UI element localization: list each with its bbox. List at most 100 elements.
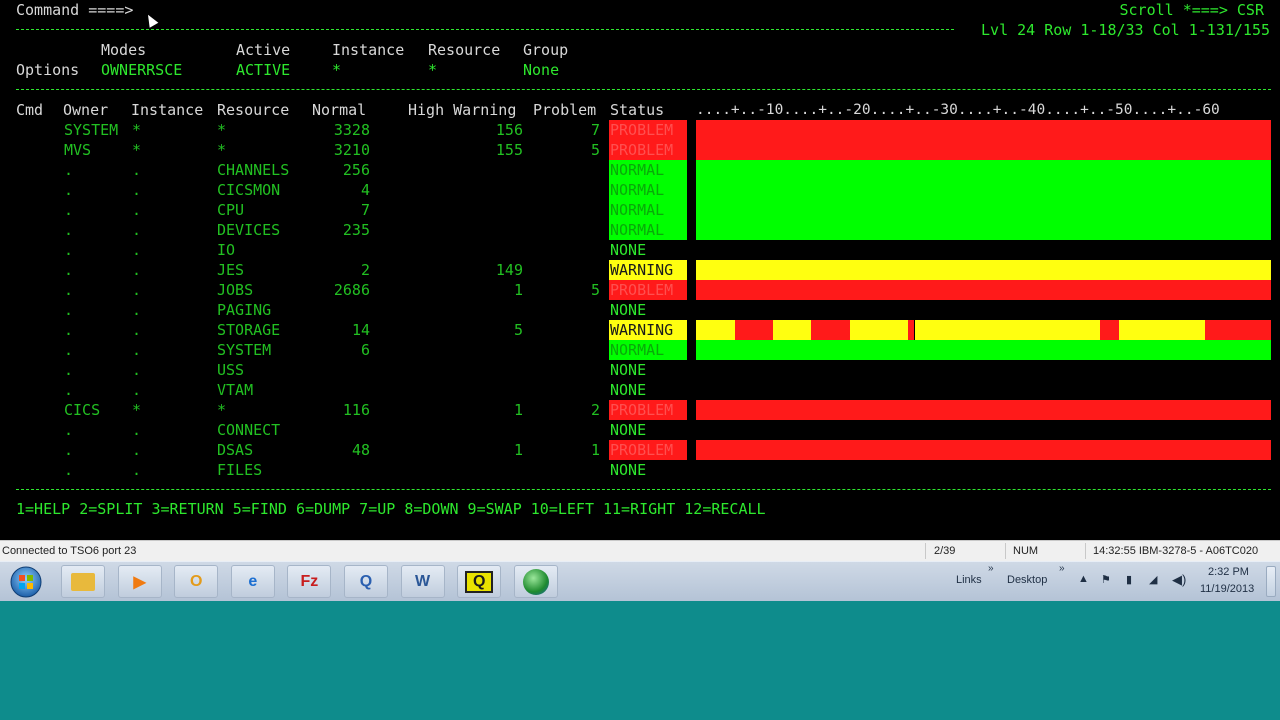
- row-owner: .: [64, 461, 74, 479]
- row-resource: CHANNELS: [217, 161, 290, 179]
- row-resource: USS: [217, 361, 245, 379]
- row-cmd-field[interactable]: [16, 400, 56, 420]
- terminal-emulator-icon[interactable]: Q: [457, 565, 502, 598]
- row-instance: *: [132, 401, 142, 419]
- row-instance: .: [132, 461, 142, 479]
- row-cmd-field[interactable]: [16, 420, 56, 440]
- links-chevron-icon[interactable]: »: [988, 563, 994, 574]
- start-button-icon[interactable]: [4, 564, 48, 599]
- row-cmd-field[interactable]: [16, 140, 56, 160]
- row-cmd-field[interactable]: [16, 180, 56, 200]
- status-bar-segment: [696, 320, 736, 340]
- row-instance: .: [132, 301, 142, 319]
- row-cmd-field[interactable]: [16, 220, 56, 240]
- row-owner: .: [64, 261, 74, 279]
- command-label: Command ====>: [16, 1, 134, 19]
- terminal-screen[interactable]: Command ====> Scroll *===> CSR Lvl 24 Ro…: [0, 0, 1280, 540]
- status-badge: NONE: [610, 461, 647, 479]
- row-cmd-field[interactable]: [16, 460, 56, 480]
- row-owner: SYSTEM: [64, 121, 119, 139]
- action-center-flag-icon[interactable]: ⚑: [1101, 573, 1111, 586]
- position-info: Lvl 24 Row 1-18/33 Col 1-131/155: [981, 21, 1270, 39]
- windows-taskbar: ▶ Oe Fz Q W Q Links » Desktop » ▲ ⚑ ▮ ◢ ◀) 2:…: [0, 561, 1280, 601]
- globe-glyph: [522, 568, 549, 595]
- row-cmd-field[interactable]: [16, 300, 56, 320]
- row-problem-count: 2: [590, 401, 600, 419]
- col-header-owner: Owner: [63, 101, 109, 119]
- row-owner: .: [64, 341, 74, 359]
- status-badge: PROBLEM: [609, 400, 687, 420]
- group-value[interactable]: None: [523, 60, 559, 80]
- filezilla-icon[interactable]: Fz: [287, 565, 332, 598]
- clock-time[interactable]: 2:32 PM: [1208, 566, 1249, 578]
- row-resource: IO: [217, 241, 236, 259]
- row-owner: .: [64, 381, 74, 399]
- status-badge: NORMAL: [609, 200, 687, 220]
- status-bar: [696, 340, 1271, 360]
- power-icon[interactable]: ▮: [1126, 573, 1132, 586]
- outlook-icon[interactable]: O: [174, 565, 219, 598]
- emulator-status-bar: Connected to TSO6 port 23 2/39 NUM 14:32…: [0, 540, 1280, 562]
- status-badge: PROBLEM: [609, 280, 687, 300]
- row-cmd-field[interactable]: [16, 340, 56, 360]
- row-normal-count: 7: [360, 201, 370, 219]
- col-header-scale: ....+..-10....+..-20....+..-30....+..-40…: [696, 102, 1220, 118]
- row-cmd-field[interactable]: [16, 320, 56, 340]
- col-header-problem: Problem: [533, 101, 597, 119]
- row-cmd-field[interactable]: [16, 200, 56, 220]
- row-cmd-field[interactable]: [16, 260, 56, 280]
- row-cmd-field[interactable]: [16, 120, 56, 140]
- internet-explorer-icon[interactable]: e: [230, 565, 275, 598]
- options-label: Options: [16, 61, 80, 79]
- header-divider: [16, 29, 954, 30]
- row-cmd-field[interactable]: [16, 360, 56, 380]
- row-resource: PAGING: [217, 301, 272, 319]
- modes-value[interactable]: OWNERRSCE: [101, 60, 182, 80]
- resource-value[interactable]: *: [428, 60, 437, 80]
- active-value[interactable]: ACTIVE: [236, 60, 290, 80]
- filezilla-glyph: Fz: [300, 572, 319, 590]
- show-hidden-icons-icon[interactable]: ▲: [1078, 573, 1089, 585]
- row-normal-count: 48: [351, 441, 370, 459]
- file-explorer-icon[interactable]: [61, 565, 105, 598]
- media-player-icon[interactable]: ▶: [117, 565, 162, 598]
- row-cmd-field[interactable]: [16, 160, 56, 180]
- modes-header: Modes: [101, 41, 147, 59]
- status-badge: NONE: [610, 301, 647, 319]
- row-owner: .: [64, 221, 74, 239]
- row-problem-count: 7: [590, 121, 600, 139]
- globe-icon[interactable]: [513, 565, 558, 598]
- row-high-warning-count: 1: [513, 281, 523, 299]
- status-badge: NONE: [610, 381, 647, 399]
- cursor-position: 2/39: [934, 545, 956, 557]
- row-owner: .: [64, 281, 74, 299]
- status-bar: [696, 440, 1271, 460]
- row-instance: .: [132, 281, 142, 299]
- word-icon[interactable]: W: [400, 565, 445, 598]
- desktop-chevron-icon[interactable]: »: [1059, 563, 1065, 574]
- scroll-label[interactable]: Scroll *===> CSR: [1120, 0, 1265, 20]
- row-cmd-field[interactable]: [16, 240, 56, 260]
- remote-client-icon[interactable]: Q: [344, 565, 388, 598]
- network-signal-icon[interactable]: ◢: [1149, 573, 1157, 586]
- row-instance: .: [132, 421, 142, 439]
- links-toolbar[interactable]: Links: [956, 574, 982, 586]
- row-normal-count: 256: [342, 161, 370, 179]
- row-owner: .: [64, 241, 74, 259]
- row-resource: DEVICES: [217, 221, 281, 239]
- desktop-toolbar[interactable]: Desktop: [1007, 574, 1047, 586]
- row-cmd-field[interactable]: [16, 280, 56, 300]
- row-instance: .: [132, 201, 142, 219]
- volume-icon[interactable]: ◀): [1172, 572, 1186, 588]
- col-header-high-warning: High Warning: [408, 101, 517, 119]
- row-cmd-field[interactable]: [16, 380, 56, 400]
- status-bar: [696, 260, 1271, 280]
- footer-divider: [16, 489, 1271, 490]
- pf-keys-line[interactable]: 1=HELP 2=SPLIT 3=RETURN 5=FIND 6=DUMP 7=…: [16, 499, 766, 519]
- instance-value[interactable]: *: [332, 60, 341, 80]
- clock-date[interactable]: 11/19/2013: [1200, 583, 1254, 595]
- show-desktop-button[interactable]: [1266, 566, 1276, 597]
- row-cmd-field[interactable]: [16, 440, 56, 460]
- row-owner: CICS: [64, 401, 101, 419]
- status-badge: NONE: [610, 421, 647, 439]
